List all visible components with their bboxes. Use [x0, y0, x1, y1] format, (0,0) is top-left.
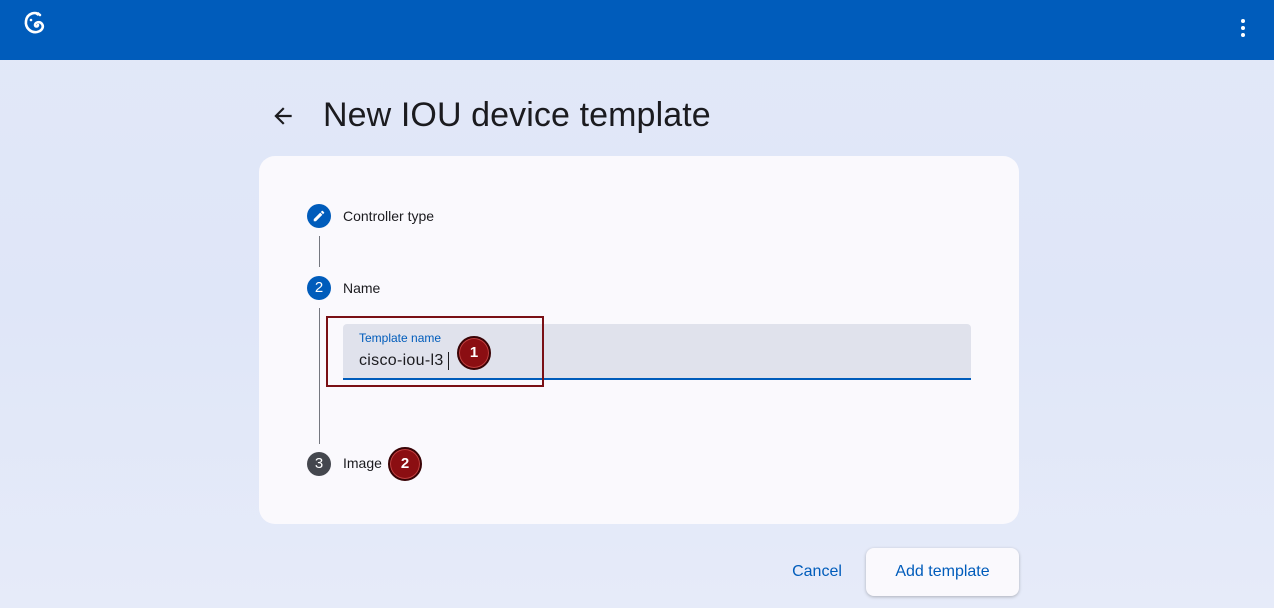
page-title: New IOU device template: [323, 96, 711, 134]
step-3-indicator[interactable]: 3: [307, 452, 331, 476]
step-connector: [319, 236, 320, 267]
step-1-label[interactable]: Controller type: [343, 208, 434, 224]
arrow-back-icon[interactable]: [270, 103, 296, 129]
step-2-indicator[interactable]: 2: [307, 276, 331, 300]
step-connector: [319, 308, 320, 444]
edit-pencil-icon: [313, 210, 325, 222]
annotation-badge-1: 1: [457, 336, 491, 370]
add-template-button[interactable]: Add template: [866, 548, 1019, 596]
annotation-highlight-box: [326, 316, 544, 387]
top-app-bar: [0, 0, 1274, 60]
more-vert-icon[interactable]: [1231, 16, 1255, 40]
cancel-button[interactable]: Cancel: [775, 548, 859, 596]
step-2-label[interactable]: Name: [343, 280, 380, 296]
gns3-logo-icon[interactable]: [22, 10, 48, 36]
annotation-badge-2: 2: [388, 447, 422, 481]
step-3-label[interactable]: Image: [343, 455, 382, 471]
step-1-indicator[interactable]: [307, 204, 331, 228]
